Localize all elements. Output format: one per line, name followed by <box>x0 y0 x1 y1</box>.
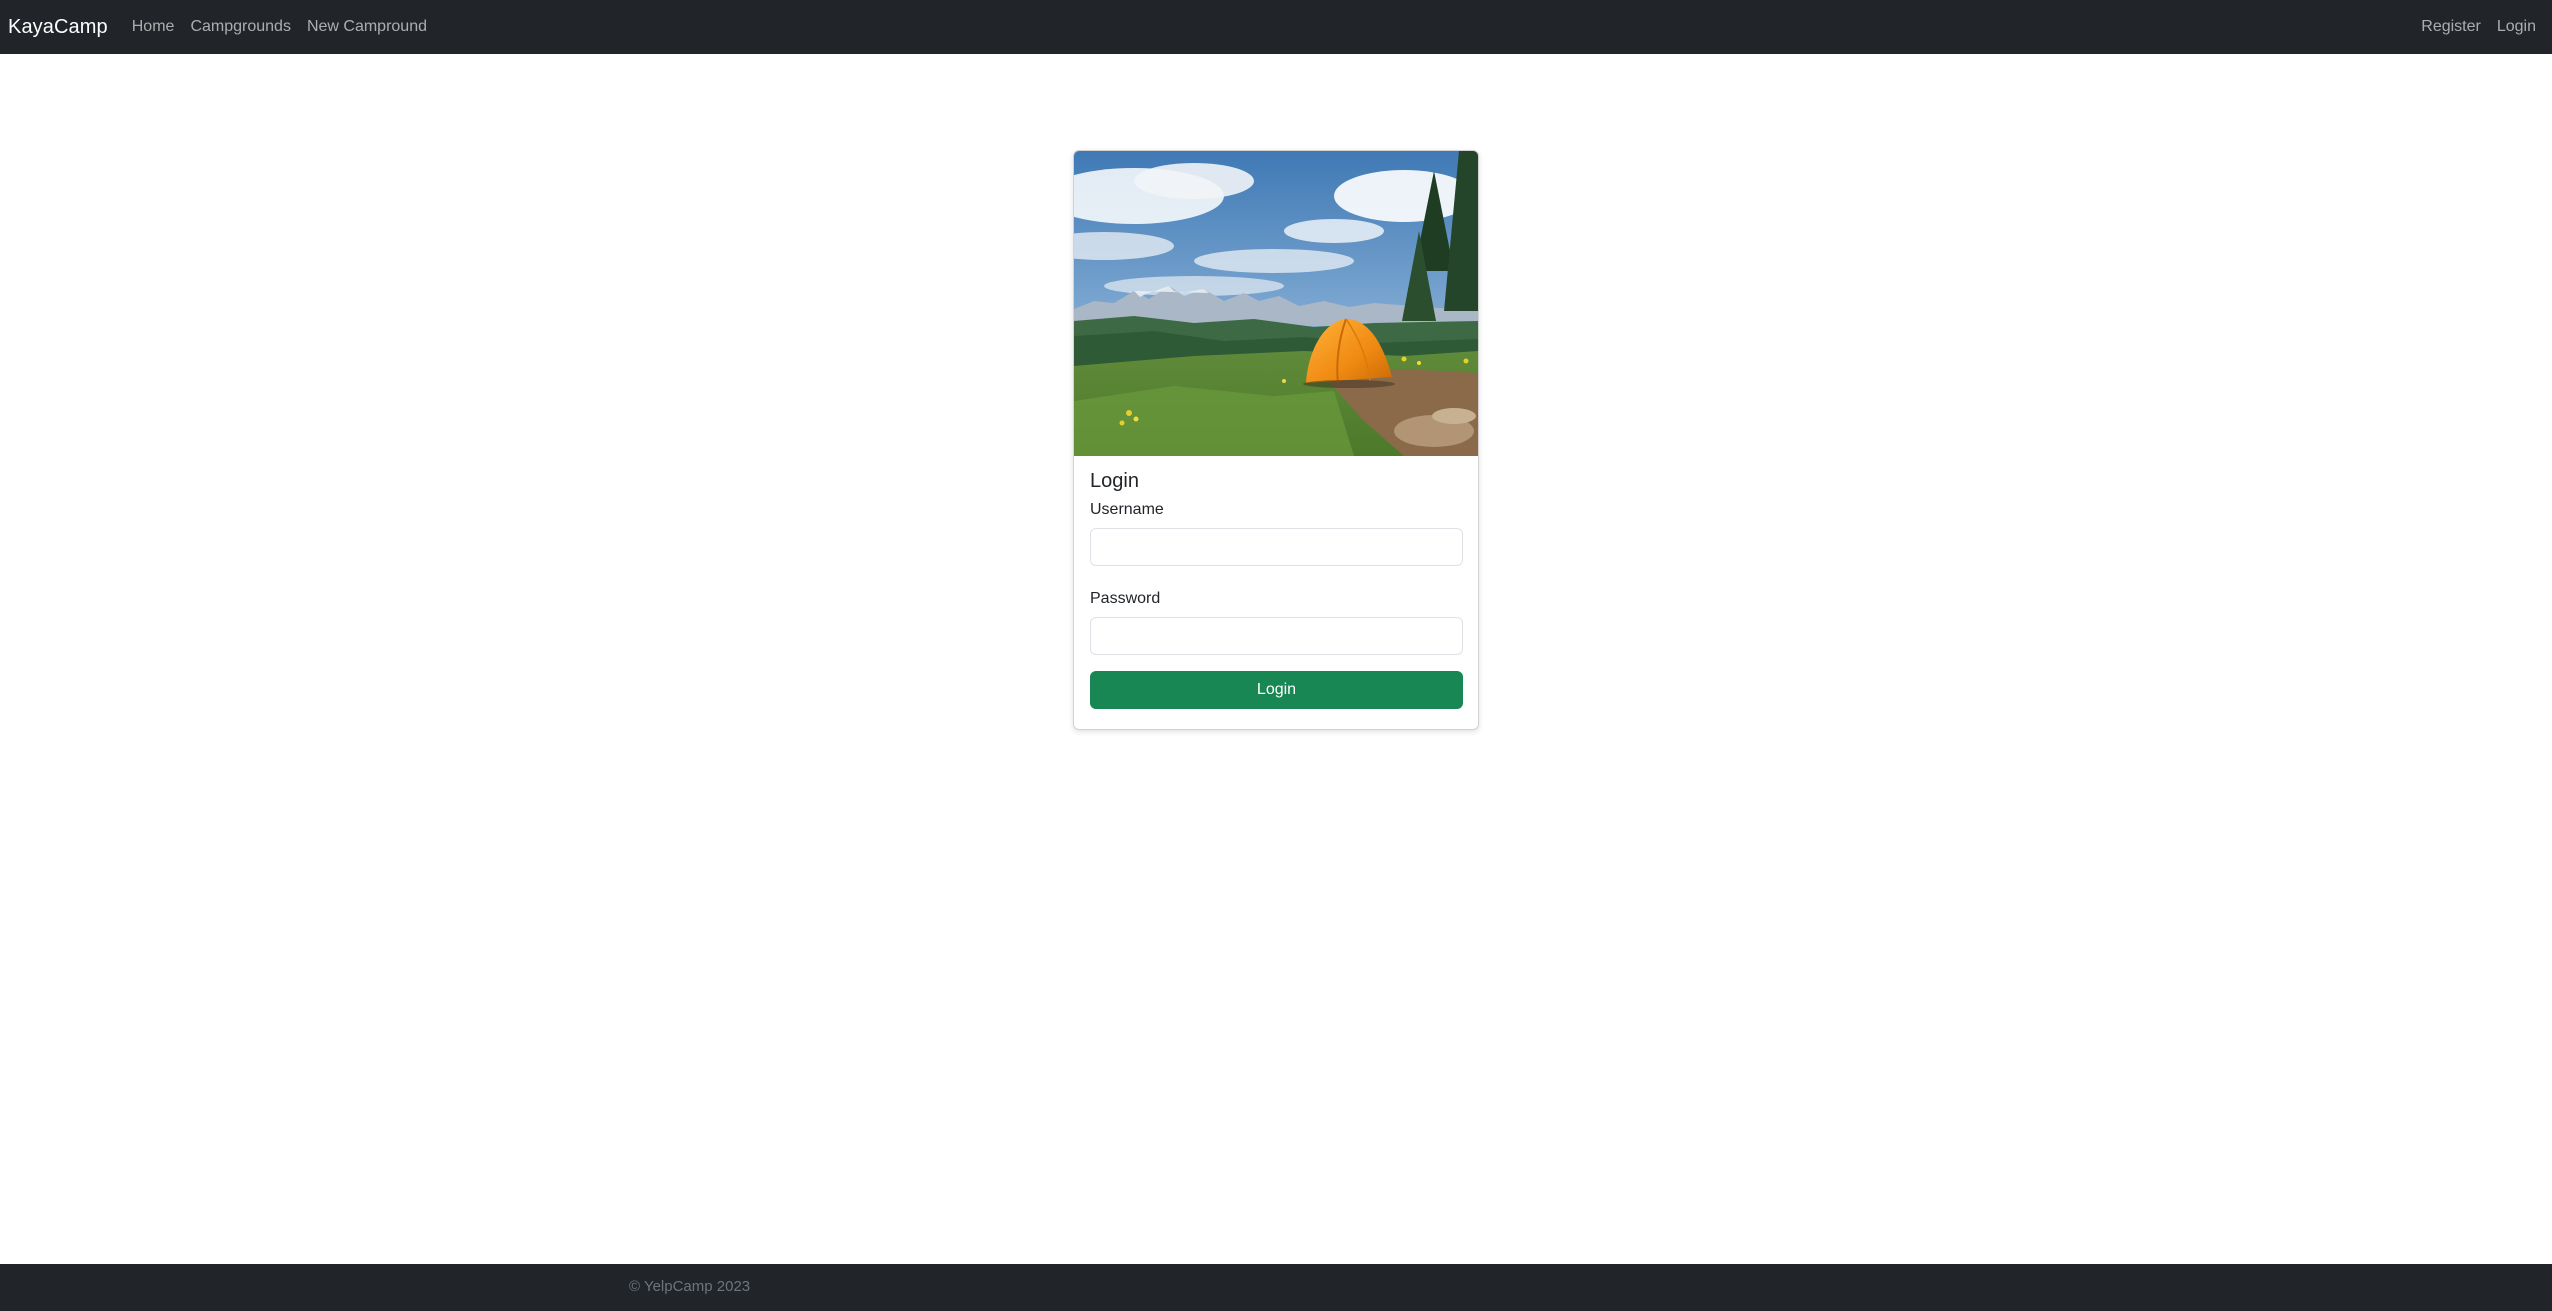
nav-link-new-campground[interactable]: New Campround <box>299 18 435 36</box>
nav-link-home[interactable]: Home <box>124 18 183 36</box>
campground-image <box>1074 151 1478 456</box>
username-input[interactable] <box>1090 528 1463 566</box>
nav-links: Home Campgrounds New Campround <box>124 18 435 36</box>
username-label: Username <box>1090 501 1164 518</box>
login-form: Login Username Password Login <box>1074 456 1478 725</box>
nav-link-register[interactable]: Register <box>2413 18 2489 36</box>
brand-logo[interactable]: KayaCamp <box>8 16 108 39</box>
footer: © YelpCamp 2023 <box>0 1264 2552 1311</box>
nav-auth-links: Register Login <box>2413 18 2544 36</box>
password-label: Password <box>1090 590 1161 607</box>
login-card: Login Username Password Login <box>1073 150 1479 730</box>
password-input[interactable] <box>1090 617 1463 655</box>
username-group: Username <box>1090 501 1463 566</box>
page: KayaCamp Home Campgrounds New Campround … <box>0 0 2552 1311</box>
card-title: Login <box>1090 470 1139 492</box>
password-group: Password <box>1090 590 1463 655</box>
navbar: KayaCamp Home Campgrounds New Campround … <box>0 0 2552 54</box>
nav-link-campgrounds[interactable]: Campgrounds <box>182 18 299 36</box>
footer-copyright: © YelpCamp 2023 <box>629 1278 751 1295</box>
nav-link-login[interactable]: Login <box>2489 18 2544 36</box>
login-submit-button[interactable]: Login <box>1090 671 1463 709</box>
